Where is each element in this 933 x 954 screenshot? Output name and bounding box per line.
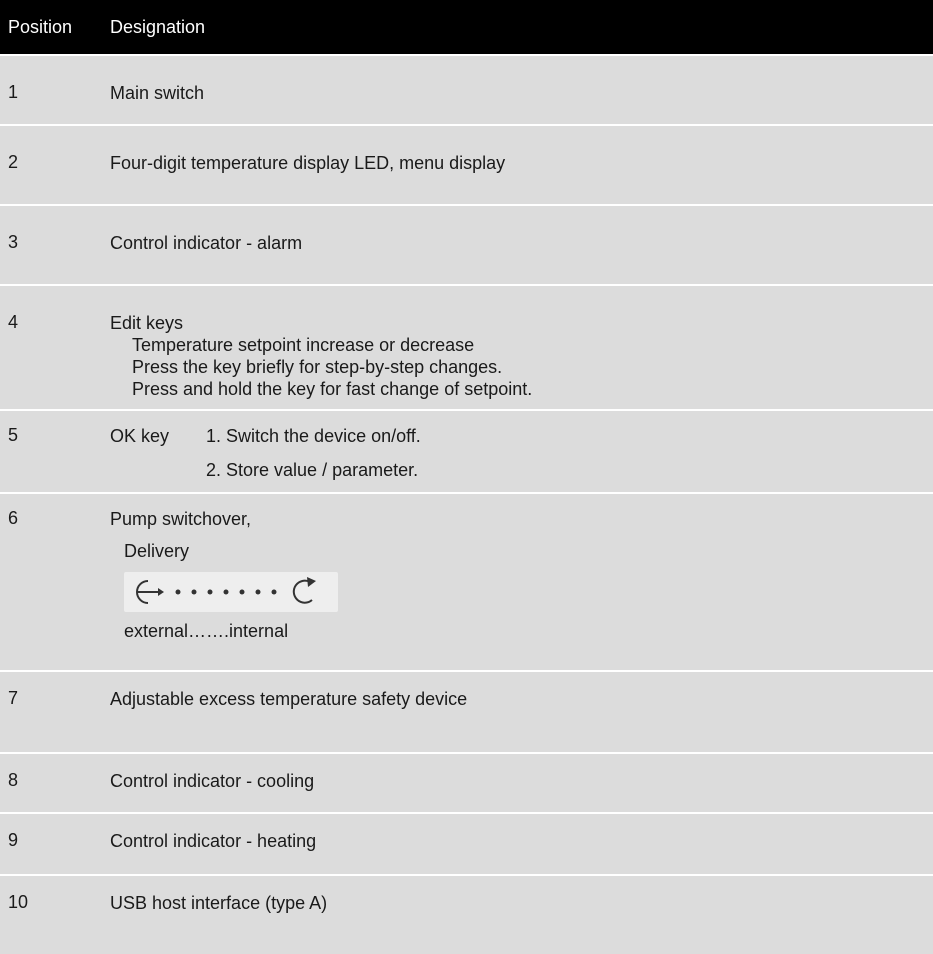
table-row: 2 Four-digit temperature display LED, me… [0,124,933,204]
row-designation: Control indicator - heating [110,831,317,851]
pump-delivery-label: Delivery [124,541,190,561]
row-designation: Control indicator - alarm [110,233,303,253]
table-header: Position Designation [0,0,933,54]
row-designation: USB host interface (type A) [110,893,328,913]
row-designation: Four-digit temperature display LED, menu… [110,153,506,173]
pump-range-text: external…….internal [124,621,289,641]
row-position: 1 [8,82,19,102]
row-designation: Pump switchover, [110,509,252,529]
row-position: 8 [8,770,19,790]
row-position: 3 [8,232,19,252]
pump-direction-icon [124,572,338,612]
edit-keys-detail: Press and hold the key for fast change o… [132,379,533,399]
header-designation: Designation [110,16,206,37]
ok-key-step: 1. Switch the device on/off. [206,426,421,446]
edit-keys-detail: Temperature setpoint increase or decreas… [132,335,475,355]
row-position: 4 [8,312,19,332]
row-designation: Edit keys [110,313,184,333]
row-position: 7 [8,688,19,708]
row-designation: Main switch [110,83,205,103]
designation-table: Position Designation 1 Main switch 2 Fou… [0,0,933,954]
row-position: 6 [8,508,19,528]
row-position: 9 [8,830,19,850]
table-row: 3 Control indicator - alarm [0,204,933,284]
row-designation: Control indicator - cooling [110,771,315,791]
table-row: 9 Control indicator - heating [0,812,933,874]
row-designation: Adjustable excess temperature safety dev… [110,689,468,709]
table-row: 1 Main switch [0,54,933,124]
table-row: 7 Adjustable excess temperature safety d… [0,670,933,752]
table-row: 8 Control indicator - cooling [0,752,933,812]
edit-keys-detail: Press the key briefly for step-by-step c… [132,357,503,377]
row-position: 5 [8,425,19,445]
table-row: 5 OK key 1. Switch the device on/off. 2.… [0,409,933,492]
row-designation: OK key [110,426,170,446]
table-row: 10 USB host interface (type A) [0,874,933,954]
row-position: 10 [8,892,29,912]
header-position: Position [8,16,73,37]
row-position: 2 [8,152,19,172]
table-row: 4 Edit keys Temperature setpoint increas… [0,284,933,409]
table-row: 6 Pump switchover, Delivery external…….i… [0,492,933,670]
ok-key-step: 2. Store value / parameter. [206,460,419,480]
